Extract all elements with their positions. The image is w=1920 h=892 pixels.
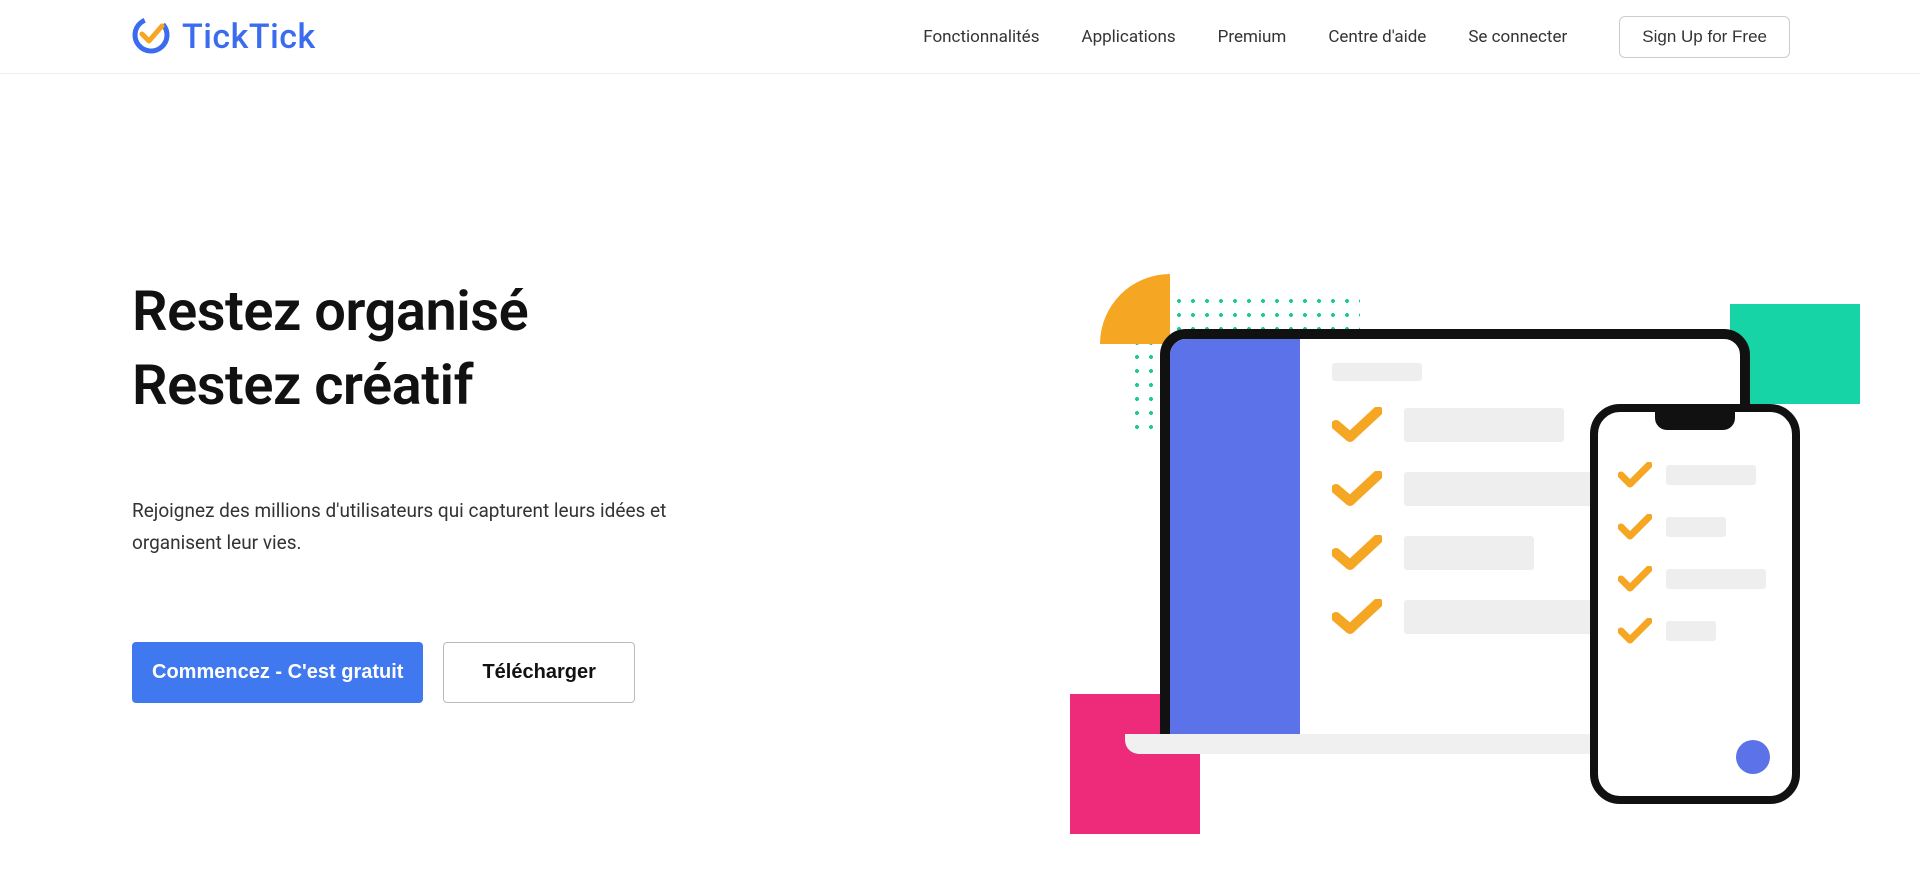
check-icon: [1332, 599, 1382, 635]
hero-title-line2: Restez créatif: [132, 352, 473, 418]
hero-title: Restez organisé Restez créatif: [132, 274, 752, 423]
nav-features[interactable]: Fonctionnalités: [923, 27, 1039, 47]
task-row: [1618, 462, 1772, 488]
task-row: [1618, 618, 1772, 644]
logo-text: TickTick: [182, 17, 316, 57]
main-nav: Fonctionnalités Applications Premium Cen…: [923, 16, 1790, 58]
header: TickTick Fonctionnalités Applications Pr…: [0, 0, 1920, 74]
cta-start-free-button[interactable]: Commencez - C'est gratuit: [132, 642, 423, 703]
hero-section: Restez organisé Restez créatif Rejoignez…: [0, 74, 1920, 892]
hero-subtitle: Rejoignez des millions d'utilisateurs qu…: [132, 495, 742, 560]
phone-mockup: [1590, 404, 1800, 804]
check-icon: [1332, 535, 1382, 571]
list-title-placeholder: [1332, 363, 1422, 381]
task-bar-placeholder: [1666, 517, 1726, 537]
task-bar-placeholder: [1404, 408, 1564, 442]
hero-title-line1: Restez organisé: [132, 278, 528, 344]
task-bar-placeholder: [1666, 569, 1766, 589]
check-icon: [1618, 514, 1652, 540]
task-bar-placeholder: [1666, 621, 1716, 641]
task-row: [1618, 566, 1772, 592]
nav-apps[interactable]: Applications: [1081, 27, 1175, 47]
nav-signin[interactable]: Se connecter: [1468, 27, 1567, 47]
check-icon: [1618, 566, 1652, 592]
hero-ctas: Commencez - C'est gratuit Télécharger: [132, 642, 752, 703]
phone-notch-icon: [1655, 412, 1735, 430]
task-bar-placeholder: [1404, 600, 1604, 634]
task-bar-placeholder: [1404, 536, 1534, 570]
signup-button[interactable]: Sign Up for Free: [1619, 16, 1790, 58]
task-bar-placeholder: [1666, 465, 1756, 485]
fab-add-button-icon: [1736, 740, 1770, 774]
nav-help[interactable]: Centre d'aide: [1328, 27, 1426, 47]
check-icon: [1618, 618, 1652, 644]
check-icon: [1332, 471, 1382, 507]
phone-task-list: [1598, 412, 1792, 644]
laptop-sidebar: [1170, 339, 1300, 734]
cta-download-button[interactable]: Télécharger: [443, 642, 634, 703]
task-row: [1618, 514, 1772, 540]
hero-illustration: [1060, 274, 1860, 834]
quarter-circle-icon: [1100, 274, 1170, 344]
task-bar-placeholder: [1404, 472, 1594, 506]
logo[interactable]: TickTick: [130, 14, 316, 60]
hero-copy: Restez organisé Restez créatif Rejoignez…: [132, 274, 752, 892]
nav-premium[interactable]: Premium: [1218, 27, 1287, 47]
logo-icon: [130, 14, 172, 60]
check-icon: [1618, 462, 1652, 488]
check-icon: [1332, 407, 1382, 443]
